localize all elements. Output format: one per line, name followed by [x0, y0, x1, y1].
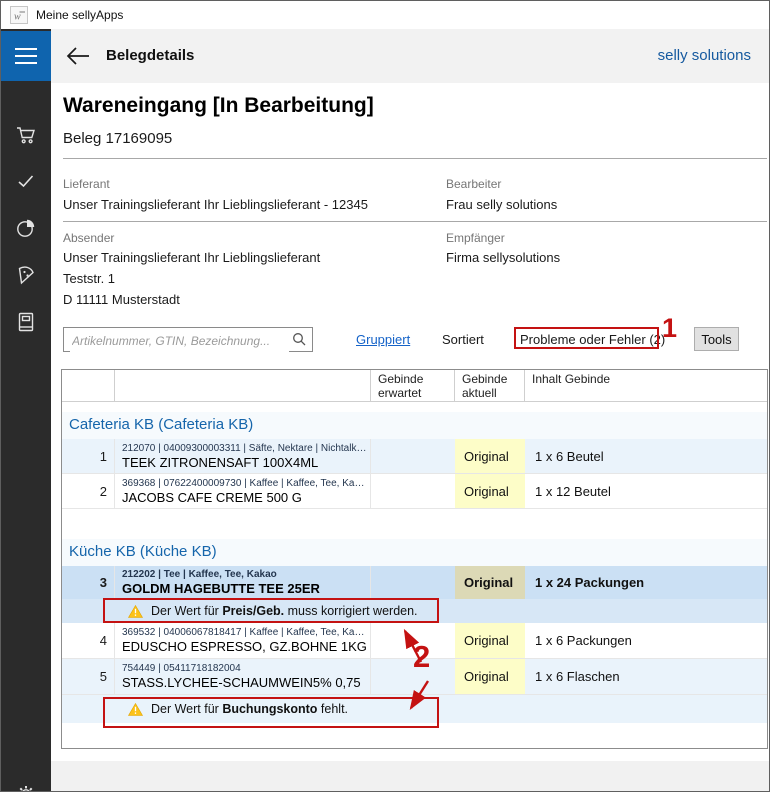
inhalt-gebinde-cell: 1 x 12 Beutel — [525, 474, 767, 508]
app-window: w Meine sellyApps — [0, 0, 770, 792]
svg-text:w: w — [14, 11, 21, 22]
article-cell: 212070 | 04009300003311 | Säfte, Nektare… — [115, 439, 371, 473]
gruppiert-link[interactable]: Gruppiert — [356, 332, 410, 347]
article-meta: 369368 | 07622400009730 | Kaffee | Kaffe… — [122, 478, 367, 489]
header-article — [115, 370, 371, 401]
table-row[interactable]: 1 212070 | 04009300003311 | Säfte, Nekta… — [62, 439, 767, 474]
table-body: Cafeteria KB (Cafeteria KB) 1 212070 | 0… — [62, 402, 767, 723]
gebinde-aktuell-cell[interactable]: Original — [455, 566, 525, 599]
absender-line1: Unser Trainingslieferant Ihr Lieblingsli… — [63, 250, 320, 265]
warning-text: Der Wert für Buchungskonto fehlt. — [151, 702, 348, 716]
probleme-oder-fehler-link[interactable]: Probleme oder Fehler (2) — [520, 332, 665, 347]
bearbeiter-label: Bearbeiter — [446, 177, 501, 191]
article-name: STASS.LYCHEE-SCHAUMWEIN5% 0,75 — [122, 675, 361, 690]
article-name: TEEK ZITRONENSAFT 100X4ML — [122, 455, 318, 470]
pizza-icon[interactable] — [1, 263, 51, 287]
article-name: EDUSCHO ESPRESSO, GZ.BOHNE 1KG — [122, 639, 367, 654]
header-number — [62, 370, 115, 401]
row-number: 4 — [62, 623, 115, 658]
article-name: JACOBS CAFE CREME 500 G — [122, 490, 302, 505]
titlebar: w Meine sellyApps — [1, 1, 769, 30]
tools-button[interactable]: Tools — [694, 327, 739, 351]
search-input[interactable] — [70, 329, 289, 352]
window-title: Meine sellyApps — [36, 8, 123, 22]
table-row[interactable]: 4 369532 | 04006067818417 | Kaffee | Kaf… — [62, 623, 767, 659]
sortiert-link[interactable]: Sortiert — [442, 332, 484, 347]
bearbeiter-value: Frau selly solutions — [446, 197, 557, 212]
warning-row: Der Wert für Buchungskonto fehlt. — [62, 695, 767, 723]
positions-table: Gebinde erwartet Gebinde aktuell Inhalt … — [61, 369, 768, 749]
document-number: Beleg 17169095 — [63, 130, 172, 147]
book-icon[interactable] — [1, 310, 51, 334]
brand-label: selly solutions — [658, 47, 751, 64]
header-gebinde-aktuell: Gebinde aktuell — [455, 370, 525, 401]
inhalt-gebinde-cell: 1 x 6 Flaschen — [525, 659, 767, 694]
group-header: Küche KB (Küche KB) — [62, 539, 767, 566]
absender-label: Absender — [63, 231, 114, 245]
empfaenger-value: Firma sellysolutions — [446, 250, 560, 265]
header-gebinde-erwartet: Gebinde erwartet — [371, 370, 455, 401]
inhalt-gebinde-cell: 1 x 6 Packungen — [525, 623, 767, 658]
divider — [63, 158, 767, 159]
group-header: Cafeteria KB (Cafeteria KB) — [62, 412, 767, 439]
footer-bar — [51, 761, 769, 791]
table-row[interactable]: 3 212202 | Tee | Kaffee, Tee, Kakao GOLD… — [62, 566, 767, 599]
document-title: Wareneingang [In Bearbeitung] — [63, 94, 374, 118]
article-cell: 212202 | Tee | Kaffee, Tee, Kakao GOLDM … — [115, 566, 371, 599]
lieferant-label: Lieferant — [63, 177, 110, 191]
pie-chart-icon[interactable] — [1, 216, 51, 240]
back-button[interactable] — [63, 44, 93, 68]
check-icon[interactable] — [1, 169, 51, 193]
page-title: Belegdetails — [106, 47, 194, 64]
absender-line2: Teststr. 1 — [63, 271, 115, 286]
inhalt-gebinde-cell: 1 x 6 Beutel — [525, 439, 767, 473]
article-meta: 754449 | 05411718182004 — [122, 663, 241, 674]
table-row[interactable]: 5 754449 | 05411718182004 STASS.LYCHEE-S… — [62, 659, 767, 695]
group-gap — [62, 509, 767, 539]
gebinde-erwartet-cell — [371, 566, 455, 599]
app-header: Belegdetails selly solutions — [51, 29, 769, 83]
table-row[interactable]: 2 369368 | 07622400009730 | Kaffee | Kaf… — [62, 474, 767, 509]
article-meta: 369532 | 04006067818417 | Kaffee | Kaffe… — [122, 627, 367, 638]
empfaenger-label: Empfänger — [446, 231, 505, 245]
divider — [63, 221, 767, 222]
inhalt-gebinde-cell: 1 x 24 Packungen — [525, 566, 767, 599]
gebinde-erwartet-cell — [371, 623, 455, 658]
warning-text: Der Wert für Preis/Geb. muss korrigiert … — [151, 604, 418, 618]
warning-row: Der Wert für Preis/Geb. muss korrigiert … — [62, 599, 767, 623]
hamburger-menu-icon[interactable] — [1, 31, 51, 81]
gebinde-aktuell-cell[interactable]: Original — [455, 623, 525, 658]
table-header-row: Gebinde erwartet Gebinde aktuell Inhalt … — [62, 370, 767, 402]
row-number: 5 — [62, 659, 115, 694]
app-logo-icon: w — [10, 6, 28, 24]
gebinde-aktuell-cell[interactable]: Original — [455, 474, 525, 508]
gebinde-erwartet-cell — [371, 439, 455, 473]
article-meta: 212070 | 04009300003311 | Säfte, Nektare… — [122, 443, 367, 454]
sidebar — [1, 29, 51, 791]
cart-icon[interactable] — [1, 123, 51, 147]
search-box[interactable] — [63, 327, 313, 352]
gebinde-erwartet-cell — [371, 659, 455, 694]
article-cell: 369368 | 07622400009730 | Kaffee | Kaffe… — [115, 474, 371, 508]
article-cell: 754449 | 05411718182004 STASS.LYCHEE-SCH… — [115, 659, 371, 694]
article-meta: 212202 | Tee | Kaffee, Tee, Kakao — [122, 569, 277, 580]
warning-icon — [128, 605, 143, 618]
article-cell: 369532 | 04006067818417 | Kaffee | Kaffe… — [115, 623, 371, 658]
header-inhalt-gebinde: Inhalt Gebinde — [525, 370, 767, 401]
absender-line3: D 11111 Musterstadt — [63, 292, 180, 307]
gebinde-erwartet-cell — [371, 474, 455, 508]
search-icon[interactable] — [292, 332, 306, 351]
row-number: 1 — [62, 439, 115, 473]
gear-icon[interactable] — [1, 782, 51, 792]
row-number: 3 — [62, 566, 115, 599]
row-number: 2 — [62, 474, 115, 508]
gebinde-aktuell-cell[interactable]: Original — [455, 439, 525, 473]
gebinde-aktuell-cell[interactable]: Original — [455, 659, 525, 694]
lieferant-value: Unser Trainingslieferant Ihr Lieblingsli… — [63, 197, 368, 212]
warning-icon — [128, 703, 143, 716]
article-name: GOLDM HAGEBUTTE TEE 25ER — [122, 581, 320, 596]
